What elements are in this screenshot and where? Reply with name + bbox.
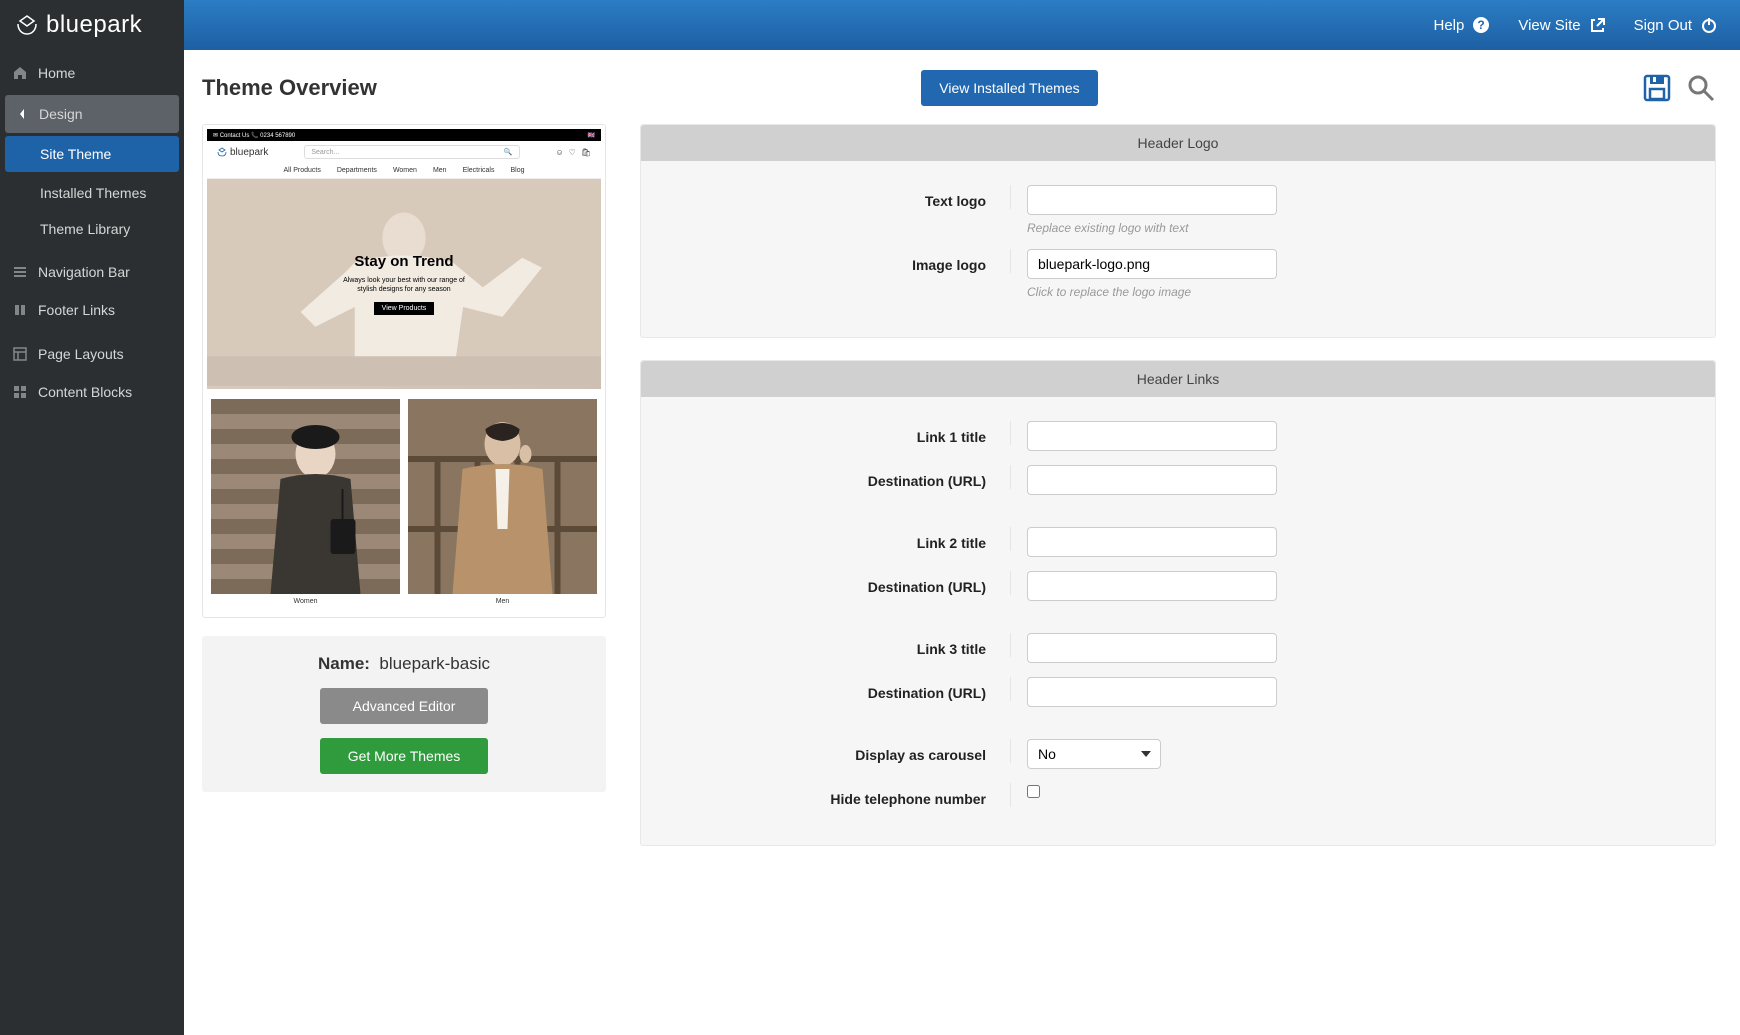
bag-icon: 🛍 (581, 148, 591, 157)
link1-url-input[interactable] (1027, 465, 1277, 495)
columns-icon (12, 303, 28, 317)
link3-url-label: Destination (URL) (671, 677, 1011, 701)
panel-title-header-links: Header Links (641, 361, 1715, 397)
link3-url-input[interactable] (1027, 677, 1277, 707)
brand-icon (14, 14, 40, 36)
sidebar-label-navigation-bar: Navigation Bar (38, 264, 130, 280)
theme-name-panel: Name: bluepark-basic Advanced Editor Get… (202, 636, 606, 792)
preview-image-men (408, 399, 597, 594)
help-link[interactable]: Help ? (1434, 16, 1491, 34)
text-logo-input[interactable] (1027, 185, 1277, 215)
header-links-panel: Header Links Link 1 title Destination (U… (640, 360, 1716, 846)
name-label: Name: (318, 654, 370, 673)
link2-url-input[interactable] (1027, 571, 1277, 601)
link1-title-label: Link 1 title (671, 421, 1011, 445)
external-link-icon (1589, 17, 1606, 34)
image-logo-hint: Click to replace the logo image (1027, 285, 1685, 299)
header-logo-panel: Header Logo Text logo Replace existing l… (640, 124, 1716, 338)
sidebar-label-footer-links: Footer Links (38, 302, 115, 318)
sidebar-item-design[interactable]: Design (5, 95, 179, 133)
sidebar-label-home: Home (38, 65, 75, 81)
list-icon (12, 265, 28, 279)
sidebar-item-page-layouts[interactable]: Page Layouts (0, 335, 184, 373)
preview-topbar: ✉ Contact Us 📞 0234 567890 🇬🇧 (207, 129, 601, 141)
layout-icon (12, 347, 28, 361)
sidebar-label-design: Design (39, 106, 83, 122)
preview-hero: Stay on Trend Always look your best with… (207, 179, 601, 389)
link2-url-label: Destination (URL) (671, 571, 1011, 595)
sidebar-label-page-layouts: Page Layouts (38, 346, 124, 362)
sidebar-subitem-installed-themes[interactable]: Installed Themes (0, 175, 184, 211)
sidebar-item-content-blocks[interactable]: Content Blocks (0, 373, 184, 411)
svg-text:?: ? (1478, 18, 1485, 32)
page-title: Theme Overview (202, 75, 377, 101)
image-logo-label: Image logo (671, 249, 1011, 273)
preview-header: bluepark Search... 🔍 ☺ ♡ 🛍 (207, 141, 601, 163)
sidebar: Home Design Site Theme Installed Themes … (0, 50, 184, 1035)
text-logo-label: Text logo (671, 185, 1011, 209)
page-header: Theme Overview View Installed Themes (202, 70, 1716, 106)
text-logo-hint: Replace existing logo with text (1027, 221, 1685, 235)
link1-title-input[interactable] (1027, 421, 1277, 451)
advanced-editor-button[interactable]: Advanced Editor (320, 688, 488, 724)
sidebar-item-footer-links[interactable]: Footer Links (0, 291, 184, 329)
preview-image-women (211, 399, 400, 594)
sidebar-subitem-site-theme[interactable]: Site Theme (5, 136, 179, 172)
link3-title-input[interactable] (1027, 633, 1277, 663)
sidebar-label-content-blocks: Content Blocks (38, 384, 132, 400)
view-installed-themes-button[interactable]: View Installed Themes (921, 70, 1097, 106)
link2-title-label: Link 2 title (671, 527, 1011, 551)
theme-name-value: bluepark-basic (379, 654, 490, 673)
user-icon: ☺ (556, 148, 564, 157)
link1-url-label: Destination (URL) (671, 465, 1011, 489)
preview-search: Search... 🔍 (304, 145, 519, 159)
sidebar-label-installed-themes: Installed Themes (40, 185, 146, 201)
sidebar-label-site-theme: Site Theme (40, 146, 111, 162)
sign-out-label: Sign Out (1634, 17, 1692, 34)
preview-label-men: Men (408, 594, 597, 609)
power-icon (1700, 16, 1718, 34)
preview-hero-title: Stay on Trend (343, 253, 465, 270)
view-site-link[interactable]: View Site (1518, 17, 1605, 34)
sign-out-link[interactable]: Sign Out (1634, 16, 1718, 34)
brand-logo[interactable]: bluepark (0, 0, 184, 50)
preview-nav: All Products Departments Women Men Elect… (207, 163, 601, 179)
view-site-label: View Site (1518, 17, 1580, 34)
get-more-themes-button[interactable]: Get More Themes (320, 738, 488, 774)
chevron-left-icon (17, 108, 27, 120)
home-icon (12, 66, 28, 80)
hide-telephone-checkbox[interactable] (1027, 785, 1040, 798)
brand-name: bluepark (46, 11, 142, 39)
preview-logo: bluepark (217, 147, 268, 158)
preview-hero-button: View Products (374, 302, 435, 315)
link3-title-label: Link 3 title (671, 633, 1011, 657)
hide-telephone-label: Hide telephone number (671, 783, 1011, 807)
carousel-label: Display as carousel (671, 739, 1011, 763)
sidebar-label-theme-library: Theme Library (40, 221, 130, 237)
sidebar-item-home[interactable]: Home (0, 54, 184, 92)
preview-label-women: Women (211, 594, 400, 609)
panel-title-header-logo: Header Logo (641, 125, 1715, 161)
main-content: Theme Overview View Installed Themes (184, 50, 1740, 1035)
topbar: bluepark Help ? View Site Sign Out (0, 0, 1740, 50)
link2-title-input[interactable] (1027, 527, 1277, 557)
image-logo-input[interactable] (1027, 249, 1277, 279)
carousel-select[interactable]: No (1027, 739, 1161, 769)
sidebar-subitem-theme-library[interactable]: Theme Library (0, 211, 184, 247)
help-icon: ? (1472, 16, 1490, 34)
help-label: Help (1434, 17, 1465, 34)
theme-preview: ✉ Contact Us 📞 0234 567890 🇬🇧 bluepark S… (202, 124, 606, 618)
search-icon: 🔍 (504, 148, 513, 156)
heart-icon: ♡ (569, 148, 576, 157)
save-button[interactable] (1642, 73, 1672, 103)
search-button[interactable] (1686, 73, 1716, 103)
sidebar-item-navigation-bar[interactable]: Navigation Bar (0, 253, 184, 291)
blocks-icon (12, 385, 28, 399)
